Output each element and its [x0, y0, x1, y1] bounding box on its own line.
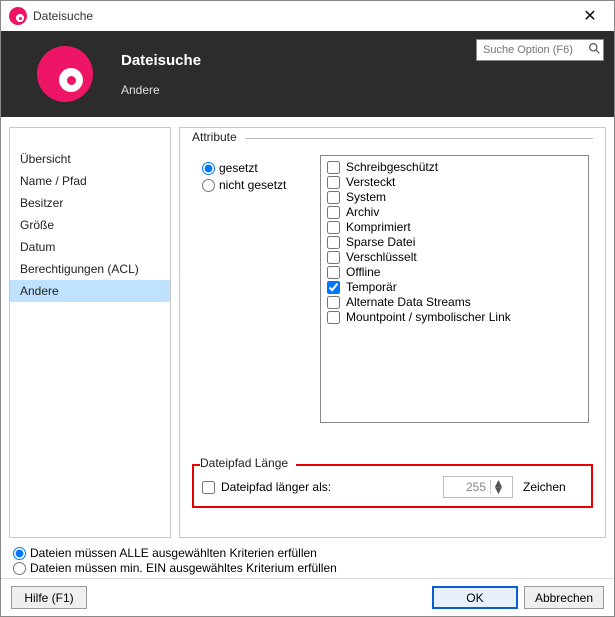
attribute-item[interactable]: Komprimiert: [327, 220, 582, 234]
title-bar: Dateisuche ✕: [1, 1, 614, 31]
match-mode: Dateien müssen ALLE ausgewählten Kriteri…: [1, 544, 614, 578]
attribute-item[interactable]: Mountpoint / symbolischer Link: [327, 310, 582, 324]
search-icon[interactable]: [588, 42, 601, 58]
sidebar-item[interactable]: Größe: [10, 214, 170, 236]
attribute-item[interactable]: Alternate Data Streams: [327, 295, 582, 309]
window-title: Dateisuche: [33, 9, 570, 23]
attribute-item[interactable]: Schreibgeschützt: [327, 160, 582, 174]
search-option-box[interactable]: [476, 39, 604, 61]
attribute-item[interactable]: Verschlüsselt: [327, 250, 582, 264]
sidebar-item[interactable]: Besitzer: [10, 192, 170, 214]
app-icon: [9, 7, 27, 25]
header: Dateisuche Andere: [1, 31, 614, 117]
help-button[interactable]: Hilfe (F1): [11, 586, 87, 609]
close-button[interactable]: ✕: [570, 1, 610, 31]
attribute-item[interactable]: Sparse Datei: [327, 235, 582, 249]
attributes-legend: Attribute: [192, 130, 245, 144]
search-option-input[interactable]: [483, 44, 588, 56]
header-title: Dateisuche: [121, 52, 201, 69]
attributes-group: Attribute gesetzt nicht gesetzt Schreibg…: [192, 138, 593, 450]
pathlength-checkbox[interactable]: Dateipfad länger als:: [202, 480, 331, 494]
sidebar: ÜbersichtName / PfadBesitzerGrößeDatumBe…: [9, 127, 171, 538]
radio-set[interactable]: gesetzt: [202, 161, 296, 175]
attribute-item[interactable]: Offline: [327, 265, 582, 279]
cancel-button[interactable]: Abbrechen: [524, 586, 604, 609]
pathlength-input[interactable]: [444, 480, 490, 494]
sidebar-item[interactable]: Datum: [10, 236, 170, 258]
radio-match-any[interactable]: Dateien müssen min. EIN ausgewähltes Kri…: [13, 561, 602, 575]
header-logo-icon: [37, 46, 93, 102]
attribute-item[interactable]: Archiv: [327, 205, 582, 219]
pathlength-legend: Dateipfad Länge: [200, 456, 296, 470]
sidebar-item[interactable]: Berechtigungen (ACL): [10, 258, 170, 280]
attribute-item[interactable]: System: [327, 190, 582, 204]
attribute-list[interactable]: SchreibgeschütztVerstecktSystemArchivKom…: [320, 155, 589, 423]
pathlength-group: Dateipfad Länge Dateipfad länger als: ▲▼…: [192, 464, 593, 508]
attribute-item[interactable]: Temporär: [327, 280, 582, 294]
attribute-mode-radios: gesetzt nicht gesetzt: [196, 155, 296, 423]
radio-match-all[interactable]: Dateien müssen ALLE ausgewählten Kriteri…: [13, 546, 602, 560]
pathlength-value[interactable]: ▲▼: [443, 476, 513, 498]
spinner-icon[interactable]: ▲▼: [490, 480, 506, 494]
main-panel: Attribute gesetzt nicht gesetzt Schreibg…: [179, 127, 606, 538]
pathlength-unit: Zeichen: [523, 480, 583, 494]
radio-unset[interactable]: nicht gesetzt: [202, 178, 296, 192]
sidebar-item[interactable]: Übersicht: [10, 148, 170, 170]
header-subtitle: Andere: [121, 83, 201, 97]
footer: Hilfe (F1) OK Abbrechen: [1, 578, 614, 616]
sidebar-item[interactable]: Andere: [10, 280, 170, 302]
ok-button[interactable]: OK: [432, 586, 518, 609]
sidebar-item[interactable]: Name / Pfad: [10, 170, 170, 192]
attribute-item[interactable]: Versteckt: [327, 175, 582, 189]
